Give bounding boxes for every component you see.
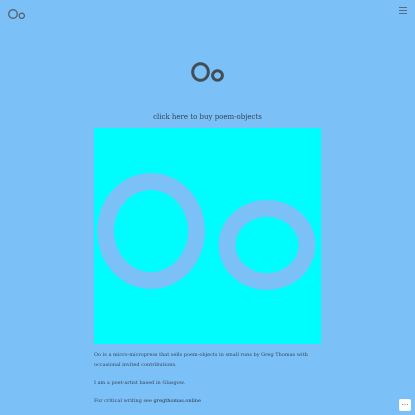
critical-writing-link[interactable]: gregthomas.online <box>154 398 201 404</box>
oo-poem-object-image <box>97 173 316 290</box>
oo-logo-icon <box>8 9 26 20</box>
buy-poem-objects-link[interactable]: click here to buy poem-objects <box>0 112 415 122</box>
intro-location: I am a poet-artist based in Glasgow. <box>94 380 185 386</box>
oo-large-logo-icon <box>191 62 224 82</box>
feature-image <box>94 128 321 344</box>
intro-critical-writing: For critical writing see gregthomas.onli… <box>94 398 201 404</box>
menu-button[interactable] <box>399 6 407 16</box>
site-logo[interactable] <box>7 6 27 20</box>
hero-logo <box>184 57 230 87</box>
hamburger-menu-icon <box>399 7 407 8</box>
more-dots-icon: ··· <box>401 400 409 409</box>
intro-section: Oo is a micro-micropress that sells poem… <box>94 350 321 406</box>
more-options-button[interactable]: ··· <box>399 399 411 411</box>
intro-description: Oo is a micro-micropress that sells poem… <box>94 352 308 368</box>
